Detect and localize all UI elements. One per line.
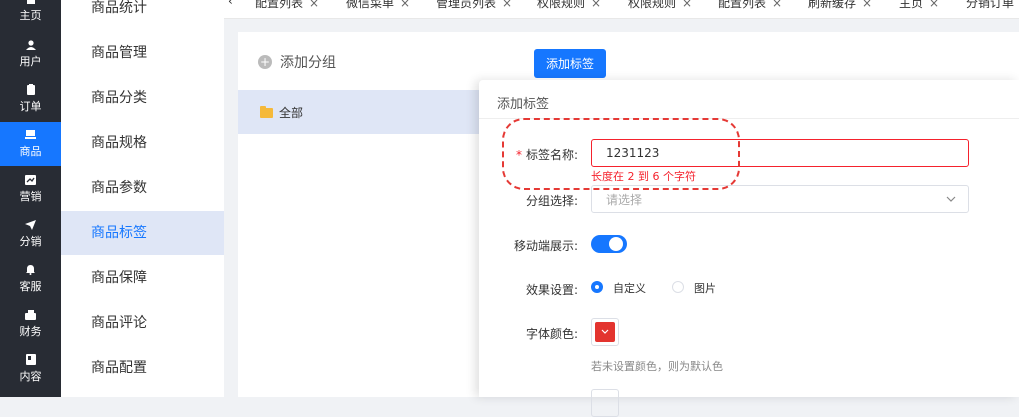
group-panel [238, 32, 517, 397]
rail-item-user[interactable]: 用户 [0, 32, 61, 76]
tab-label: 权限规则 [628, 0, 677, 10]
tabs-back-button[interactable]: ‹ [228, 0, 233, 14]
effect-radio-image[interactable] [672, 281, 684, 293]
close-icon[interactable]: × [309, 0, 319, 10]
tab-admin-list[interactable]: 管理员列表 × [436, 0, 512, 14]
menu-item-params[interactable]: 商品参数 [61, 166, 224, 210]
close-icon[interactable]: × [682, 0, 692, 10]
chevron-down-icon [601, 329, 609, 334]
tab-label: 管理员列表 [436, 0, 497, 10]
rail-item-finance[interactable]: 财务 [0, 302, 61, 346]
plus-circle-icon: + [258, 55, 272, 69]
content-icon [25, 354, 37, 365]
rail-item-content[interactable]: 内容 [0, 347, 61, 391]
rail-item-product[interactable]: 商品 [0, 122, 61, 166]
rail-item-marketing[interactable]: 营销 [0, 167, 61, 211]
menu-item-tags[interactable]: 商品标签 [61, 211, 224, 255]
tab-refresh-cache[interactable]: 刷新缓存 × [808, 0, 872, 14]
rail-item-order[interactable]: 订单 [0, 77, 61, 121]
add-tag-button[interactable]: 添加标签 [534, 49, 606, 78]
close-icon[interactable]: × [772, 0, 782, 10]
highlight-annotation [502, 118, 740, 190]
toggle-knob [609, 237, 623, 251]
group-item-all-content[interactable]: 全部 [260, 104, 303, 121]
rail-item-service[interactable]: 客服 [0, 257, 61, 301]
tab-permission-rules-2[interactable]: 权限规则 × [628, 0, 692, 14]
add-group-button[interactable]: + 添加分组 [258, 52, 336, 72]
tab-label: 权限规则 [537, 0, 586, 10]
folder-icon [260, 105, 273, 118]
mobile-display-label: 移动端展示: [513, 239, 578, 253]
finance-icon [25, 309, 37, 320]
effect-option-image[interactable]: 图片 [694, 280, 716, 296]
menu-item-guarantee[interactable]: 商品保障 [61, 256, 224, 300]
tab-label: 微信菜单 [346, 0, 395, 10]
group-select-label: 分组选择: [525, 194, 578, 208]
chevron-down-icon [946, 196, 956, 202]
rail-item-label: 订单 [19, 99, 42, 113]
product-submenu: 商品统计 商品管理 商品分类 商品规格 商品参数 商品标签 商品保障 商品评论 … [61, 0, 224, 397]
font-color-hint: 若未设置颜色，则为默认色 [591, 360, 723, 373]
tab-label: 配置列表 [255, 0, 304, 10]
drawer-title: 添加标签 [497, 97, 550, 112]
add-group-label: 添加分组 [280, 55, 336, 71]
rail-item-label: 营销 [19, 189, 42, 203]
tab-config-list[interactable]: 配置列表 × [255, 0, 319, 14]
rail-item-label: 用户 [19, 54, 42, 68]
rail-item-distribution[interactable]: 分销 [0, 212, 61, 256]
marketing-icon [25, 174, 37, 185]
tab-label: 刷新缓存 [808, 0, 857, 10]
rail-item-label: 分销 [19, 234, 42, 248]
rail-item-label: 客服 [19, 279, 42, 293]
rail-item-label: 内容 [19, 369, 42, 383]
menu-item-category[interactable]: 商品分类 [61, 76, 224, 120]
tab-permission-rules[interactable]: 权限规则 × [537, 0, 601, 14]
user-icon [25, 39, 37, 50]
menu-item-reviews[interactable]: 商品评论 [61, 301, 224, 345]
tab-label: 主页 [899, 0, 924, 10]
rail-item-label: 财务 [19, 324, 42, 338]
tab-home[interactable]: 主页 × [899, 0, 939, 14]
menu-item-config[interactable]: 商品配置 [61, 346, 224, 390]
color-swatch [595, 322, 615, 342]
close-icon[interactable]: × [400, 0, 410, 10]
effect-option-custom[interactable]: 自定义 [613, 280, 646, 296]
send-icon [25, 219, 37, 230]
effect-label: 效果设置: [525, 283, 578, 297]
rail-item-home[interactable]: 主页 [0, 0, 61, 30]
home-icon [25, 0, 37, 4]
tab-distribution-orders[interactable]: 分销订单× [966, 0, 1019, 14]
close-icon[interactable]: × [502, 0, 512, 10]
tab-config-list-2[interactable]: 配置列表 × [718, 0, 782, 14]
tabs-bar: ‹ 配置列表 × 微信菜单 × 管理员列表 × 权限规则 × 权限规则 × 配置列表 × 刷… [224, 0, 1019, 19]
radio-dot [595, 285, 599, 289]
tab-label: 配置列表 [718, 0, 767, 10]
main-nav-rail: 主页 用户 订单 商品 营销 分销 客服 财务 内容 [0, 0, 61, 397]
clipboard-icon [25, 84, 37, 95]
menu-item-stats[interactable]: 商品统计 [61, 0, 224, 30]
rail-item-label: 主页 [19, 8, 42, 22]
font-color-label: 字体颜色: [525, 327, 578, 341]
menu-item-spec[interactable]: 商品规格 [61, 121, 224, 165]
group-item-label: 全部 [279, 106, 304, 120]
close-icon[interactable]: × [929, 0, 939, 10]
rail-item-label: 商品 [19, 144, 42, 158]
second-color-picker[interactable] [591, 389, 619, 417]
tab-wechat-menu[interactable]: 微信菜单 × [346, 0, 410, 14]
menu-item-manage[interactable]: 商品管理 [61, 31, 224, 75]
bell-icon [25, 265, 37, 275]
product-icon [25, 129, 37, 140]
close-icon[interactable]: × [862, 0, 872, 10]
tab-label: 分销订单 [966, 0, 1015, 10]
close-icon[interactable]: × [591, 0, 601, 10]
